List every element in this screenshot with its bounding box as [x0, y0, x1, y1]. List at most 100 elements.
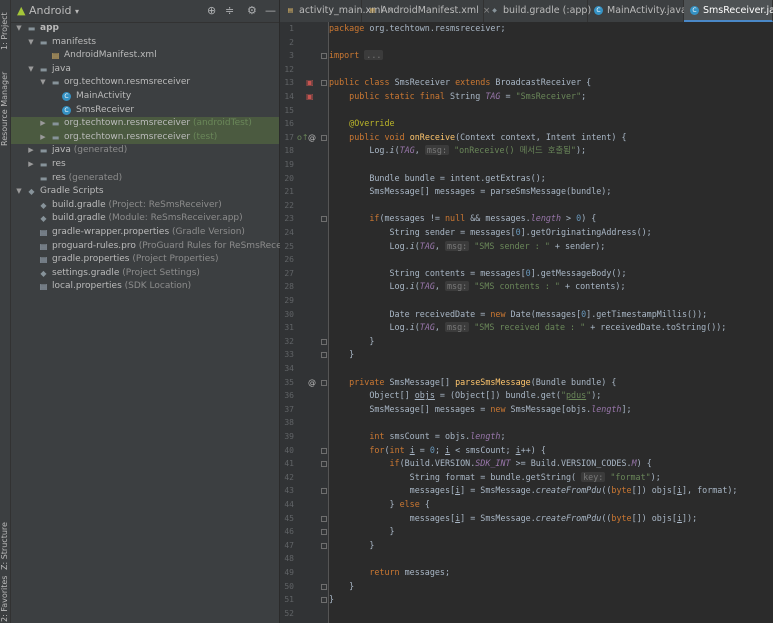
expand-arrow-icon[interactable]: ▼: [27, 63, 35, 77]
code-line: String format = bundle.getString( key: "…: [329, 471, 661, 485]
fold-marker-icon[interactable]: [321, 53, 327, 60]
collapse-arrow-icon[interactable]: ▶: [27, 158, 35, 172]
tree-item-label: MainActivity: [76, 90, 131, 104]
code-token: );: [591, 390, 602, 401]
tree-item-detail: (generated): [70, 145, 128, 156]
annotation-icon[interactable]: @: [308, 376, 316, 390]
tree-item[interactable]: ▶ ▬ org.techtown.resmsreceiver (androidTes…: [11, 117, 279, 131]
code-line: } else {: [329, 498, 430, 512]
code-token: @Override: [349, 118, 395, 129]
editor-tab[interactable]: CMainActivity.java×: [588, 0, 698, 22]
tree-item[interactable]: ▼ ▬ java: [11, 63, 279, 77]
line-number: 17: [284, 132, 294, 142]
structure-tool-tab[interactable]: Z: Structure: [0, 520, 10, 570]
fold-marker-icon[interactable]: [321, 583, 327, 590]
fold-marker-icon[interactable]: [321, 447, 327, 454]
collapse-all-icon[interactable]: ≑: [225, 4, 234, 17]
fold-marker-icon[interactable]: [321, 515, 327, 522]
fold-marker-icon[interactable]: [321, 542, 327, 549]
tree-item-detail: (androidTest): [190, 118, 252, 129]
fold-marker-icon[interactable]: [321, 338, 327, 345]
gear-icon[interactable]: ⚙: [247, 4, 257, 17]
resource-manager-tool-tab[interactable]: Resource Manager: [0, 68, 10, 146]
code-token: =: [414, 444, 430, 455]
line-number: 19: [284, 160, 294, 169]
fold-marker-icon[interactable]: [321, 379, 327, 386]
code-token: public class: [329, 77, 395, 88]
fold-marker-icon[interactable]: [321, 597, 327, 604]
tree-item[interactable]: ▤ gradle.properties (Project Properties): [11, 253, 279, 267]
code-line: private SmsMessage[] parseSmsMessage(Bun…: [329, 376, 616, 390]
code-token: ,: [414, 145, 425, 156]
tree-item-detail: (Project Settings): [119, 267, 200, 278]
fold-marker-icon[interactable]: [321, 461, 327, 468]
locate-file-icon[interactable]: ⊕: [207, 4, 216, 17]
tree-item[interactable]: C MainActivity: [11, 90, 279, 104]
tree-item[interactable]: ▤ proguard-rules.pro (ProGuard Rules for …: [11, 240, 321, 254]
favorites-tool-tab[interactable]: 2: Favorites: [0, 576, 10, 622]
line-number: 38: [284, 418, 294, 428]
tree-item[interactable]: ◆ settings.gradle (Project Settings): [11, 267, 279, 281]
fold-marker-icon[interactable]: [321, 352, 327, 359]
hide-panel-icon[interactable]: —: [265, 4, 276, 17]
tree-item[interactable]: C SmsReceiver: [11, 104, 279, 118]
tree-item[interactable]: ▤ local.properties (SDK Location): [11, 280, 279, 294]
fold-marker-icon[interactable]: [321, 134, 327, 141]
code-editor[interactable]: package org.techtown.resmsreceiver; impor…: [329, 22, 773, 623]
tree-item[interactable]: ▼ ▬ app: [11, 22, 279, 36]
expand-arrow-icon[interactable]: ▼: [39, 76, 47, 90]
tree-item-label: AndroidManifest.xml: [64, 49, 157, 63]
tree-item[interactable]: ▤ AndroidManifest.xml: [11, 49, 279, 63]
editor-tab[interactable]: ▤ activity_main.xml ×: [280, 0, 395, 22]
chevron-down-icon: ▾: [75, 7, 80, 16]
expand-arrow-icon[interactable]: ▼: [15, 22, 23, 36]
tree-item[interactable]: ▶ ▬ res: [11, 158, 279, 172]
code-token: Log.: [329, 145, 390, 156]
tree-item[interactable]: ▶ ▬ java (generated): [11, 144, 279, 158]
tree-item-name: org.techtown.resmsreceiver: [64, 131, 191, 142]
project-tool-tab[interactable]: 1: Project: [0, 2, 10, 50]
tree-item[interactable]: ▼ ◆ Gradle Scripts: [11, 185, 279, 199]
line-number: 45: [284, 513, 294, 523]
expand-arrow-icon[interactable]: ▼: [27, 36, 35, 50]
tree-item[interactable]: ◆ build.gradle (Project: ReSmsReceiver): [11, 199, 279, 213]
code-line: Log.i(TAG, msg: "SMS received date : " +…: [329, 321, 726, 335]
code-token: + contents);: [559, 281, 626, 292]
editor-tab[interactable]: ◆build.gradle (:app)×: [484, 0, 603, 22]
fold-marker-icon[interactable]: [321, 80, 327, 87]
tree-item[interactable]: ◆ build.gradle (Module: ReSmsReceiver.app…: [11, 212, 279, 226]
line-number: 50: [284, 581, 294, 591]
annotation-icon[interactable]: @: [308, 131, 316, 145]
collapse-arrow-icon[interactable]: ▶: [39, 117, 47, 131]
code-token: ;: [434, 444, 446, 455]
collapse-arrow-icon[interactable]: ▶: [39, 131, 47, 145]
tree-item-name: org.techtown.resmsreceiver: [64, 118, 191, 129]
tree-item[interactable]: ▼ ▬ org.techtown.resmsreceiver: [11, 76, 279, 90]
tree-item[interactable]: ▼ ▬ manifests: [11, 36, 279, 50]
fold-marker-icon[interactable]: [321, 529, 327, 536]
gradle-icon: ◆: [40, 268, 47, 278]
fold-marker-icon[interactable]: [321, 216, 327, 223]
editor-tab[interactable]: ▤ AndroidManifest.xml ×: [362, 0, 490, 22]
override-method-icon[interactable]: o↑: [297, 131, 309, 145]
editor-tab[interactable]: CSmsReceiver.java×: [684, 0, 773, 22]
code-token: length: [470, 431, 501, 441]
tree-item[interactable]: ▶ ▬ org.techtown.resmsreceiver (test): [11, 130, 279, 145]
code-token: }: [329, 499, 400, 509]
code-line: return messages;: [329, 566, 450, 580]
expand-arrow-icon[interactable]: ▼: [15, 185, 23, 199]
android-icon: ▲: [17, 4, 26, 17]
tree-item[interactable]: ▤ gradle-wrapper.properties (Gradle Versi…: [11, 226, 279, 240]
collapse-arrow-icon[interactable]: ▶: [27, 144, 35, 158]
code-token: TAG: [485, 91, 501, 101]
view-mode-label: Android: [28, 4, 72, 17]
code-token: (Bundle bundle) {: [530, 376, 617, 387]
fold-marker-icon[interactable]: [321, 488, 327, 495]
tree-item[interactable]: ▬ res (generated): [11, 172, 279, 186]
project-panel: ▲ Android ▾ ⊕ ≑ ⚙ — ▼ ▬ app ▼ ▬ manifests ▤ And…: [11, 0, 321, 623]
receiver-class-icon[interactable]: ▣: [306, 76, 314, 90]
code-token: key:: [581, 471, 606, 482]
receiver-field-icon[interactable]: ▣: [306, 90, 314, 104]
view-mode-dropdown[interactable]: ▲ Android ▾: [17, 4, 79, 17]
